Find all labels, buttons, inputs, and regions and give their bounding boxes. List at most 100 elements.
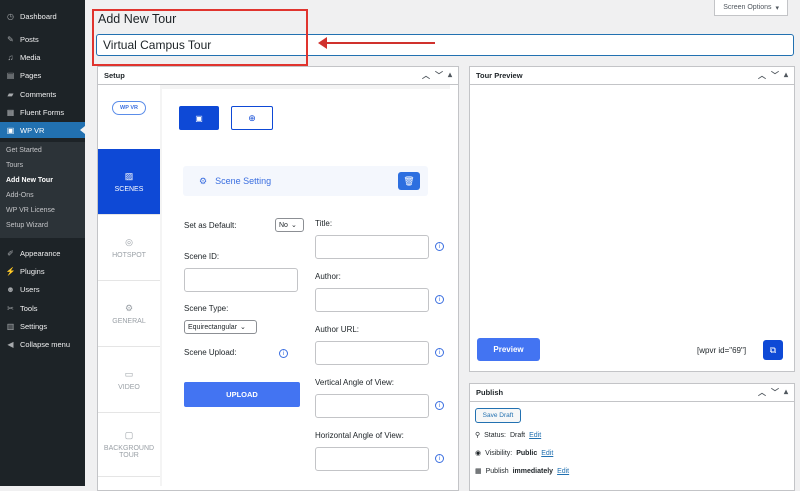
screen-options-button[interactable]: Screen Options ▾ xyxy=(714,0,788,16)
upload-button[interactable]: UPLOAD xyxy=(184,382,300,407)
panel-controls: ︿ ﹀ ▴ xyxy=(758,70,788,81)
settings-icon: ▥ xyxy=(6,321,15,331)
eye-icon: ◉ xyxy=(475,450,482,457)
sidebar-item-media[interactable]: ♫ Media xyxy=(0,49,85,65)
highlight-box xyxy=(92,9,308,66)
publish-header: Publish ︿ ﹀ ▴ xyxy=(470,384,794,402)
video-icon: ▭ xyxy=(124,368,134,379)
vertical-angle-field[interactable] xyxy=(315,394,429,418)
tab-scenes[interactable]: ▨ SCENES xyxy=(98,149,160,215)
plugin-icon: ⚡ xyxy=(5,266,16,276)
info-icon[interactable]: i xyxy=(435,295,444,304)
scene-upload-label: Scene Upload: xyxy=(184,348,237,357)
sidebar-item-settings[interactable]: ▥ Settings xyxy=(0,318,85,334)
delete-scene-button[interactable]: 🗑 xyxy=(398,172,420,190)
vertical-angle-label: Vertical Angle of View: xyxy=(315,378,395,387)
vr-icon: ▣ xyxy=(6,125,15,135)
edit-status-link[interactable]: Edit xyxy=(529,432,541,439)
tab-hotspot[interactable]: ◎ HOTSPOT xyxy=(98,215,160,281)
set-as-default-label: Set as Default: xyxy=(184,221,237,230)
add-scene-button[interactable]: ⊕ xyxy=(231,106,273,130)
media-icon: ♫ xyxy=(7,52,14,62)
panel-controls: ︿ ﹀ ▴ xyxy=(758,387,788,398)
visibility-row: ◉ Visibility: Public Edit xyxy=(475,449,554,458)
chevron-up-icon[interactable]: ︿ xyxy=(758,387,766,398)
users-icon: ☻ xyxy=(6,284,15,294)
chevron-down-icon[interactable]: ﹀ xyxy=(771,70,779,81)
scene-id-field[interactable] xyxy=(184,268,298,292)
sidebar-item-appearance[interactable]: ✐ Appearance xyxy=(0,245,85,261)
submenu-setup-wizard[interactable]: Setup Wizard xyxy=(6,222,48,229)
info-icon[interactable]: i xyxy=(435,242,444,251)
horizontal-angle-field[interactable] xyxy=(315,447,429,471)
submenu-add-ons[interactable]: Add-Ons xyxy=(6,192,34,199)
tab-background-tour[interactable]: ▢ BACKGROUND TOUR xyxy=(98,413,160,477)
pin-icon: ✎ xyxy=(7,34,14,44)
collapse-icon: ◀ xyxy=(7,339,14,349)
scene-type-select[interactable]: Equirectangular ⌄ xyxy=(184,320,257,334)
preview-button[interactable]: Preview xyxy=(477,338,540,361)
tour-preview-panel: Tour Preview ︿ ﹀ ▴ xyxy=(469,66,795,372)
caret-down-icon: ▾ xyxy=(775,4,779,12)
tab-video[interactable]: ▭ VIDEO xyxy=(98,347,160,413)
info-icon[interactable]: i xyxy=(279,349,288,358)
info-icon[interactable]: i xyxy=(435,401,444,410)
triangle-up-icon[interactable]: ▴ xyxy=(784,70,788,81)
annotation-arrow xyxy=(318,37,435,49)
image-icon: ▣ xyxy=(195,113,203,123)
horizontal-angle-label: Horizontal Angle of View: xyxy=(315,431,404,440)
chevron-down-icon[interactable]: ﹀ xyxy=(771,387,779,398)
image-icon: ▨ xyxy=(124,170,134,181)
brush-icon: ✐ xyxy=(7,248,14,258)
author-url-field[interactable] xyxy=(315,341,429,365)
sidebar-item-dashboard[interactable]: ◷ Dashboard xyxy=(0,8,85,24)
sidebar-item-plugins[interactable]: ⚡ Plugins xyxy=(0,263,85,279)
pin-icon: ⚲ xyxy=(475,432,481,439)
sidebar-item-posts[interactable]: ✎ Posts xyxy=(0,31,85,47)
sidebar-item-fluent-forms[interactable]: ▦ Fluent Forms xyxy=(0,104,85,120)
default-select[interactable]: No ⌄ xyxy=(275,218,304,232)
edit-visibility-link[interactable]: Edit xyxy=(541,450,553,457)
tour-preview-header: Tour Preview ︿ ﹀ ▴ xyxy=(470,67,794,85)
panel-controls: ︿ ﹀ ▴ xyxy=(422,70,452,81)
sidebar-item-tools[interactable]: ✂ Tools xyxy=(0,300,85,316)
status-row: ⚲ Status: Draft Edit xyxy=(475,431,542,440)
gear-icon: ⚙ xyxy=(124,302,134,313)
sidebar-item-pages[interactable]: ▤ Pages xyxy=(0,67,85,83)
info-icon[interactable]: i xyxy=(435,348,444,357)
copy-shortcode-button[interactable]: ⧉ xyxy=(763,340,783,360)
shortcode-text: [wpvr id="69"] xyxy=(697,346,747,355)
sidebar-item-users[interactable]: ☻ Users xyxy=(0,281,85,297)
wpvr-logo: WP VR xyxy=(112,101,146,115)
chevron-down-icon: ⌄ xyxy=(290,222,297,229)
author-label: Author: xyxy=(315,272,341,281)
triangle-up-icon[interactable]: ▴ xyxy=(784,387,788,398)
gear-icon: ⚙ xyxy=(199,175,208,186)
scene-id-label: Scene ID: xyxy=(184,252,220,261)
tab-general[interactable]: ⚙ GENERAL xyxy=(98,281,160,347)
submenu-license[interactable]: WP VR License xyxy=(6,207,55,214)
triangle-up-icon[interactable]: ▴ xyxy=(448,70,452,81)
sidebar-item-collapse[interactable]: ◀ Collapse menu xyxy=(0,336,85,352)
sidebar-item-wp-vr[interactable]: ▣ WP VR xyxy=(0,122,85,138)
sidebar-item-comments[interactable]: ▰ Comments xyxy=(0,86,85,102)
publish-time-row: ▦ Publish immediately Edit xyxy=(475,467,570,476)
title-field[interactable] xyxy=(315,235,429,259)
chevron-down-icon: ⌄ xyxy=(240,324,246,331)
wrench-icon: ✂ xyxy=(7,303,14,313)
form-icon: ▦ xyxy=(6,107,15,117)
chevron-up-icon[interactable]: ︿ xyxy=(758,70,766,81)
submenu-add-new-tour[interactable]: Add New Tour xyxy=(6,177,53,184)
author-url-label: Author URL: xyxy=(315,325,360,334)
author-field[interactable] xyxy=(315,288,429,312)
edit-publish-link[interactable]: Edit xyxy=(557,468,569,475)
image-scene-button[interactable]: ▣ xyxy=(179,106,219,130)
admin-sidebar: ◷ Dashboard ✎ Posts ♫ Media ▤ Pages ▰ Comment… xyxy=(0,0,85,486)
submenu-tours[interactable]: Tours xyxy=(6,162,23,169)
save-draft-button[interactable]: Save Draft xyxy=(475,408,521,423)
chevron-up-icon[interactable]: ︿ xyxy=(422,70,430,81)
submenu-get-started[interactable]: Get Started xyxy=(6,147,42,154)
chevron-down-icon[interactable]: ﹀ xyxy=(435,70,443,81)
calendar-icon: ▦ xyxy=(475,468,482,475)
info-icon[interactable]: i xyxy=(435,454,444,463)
